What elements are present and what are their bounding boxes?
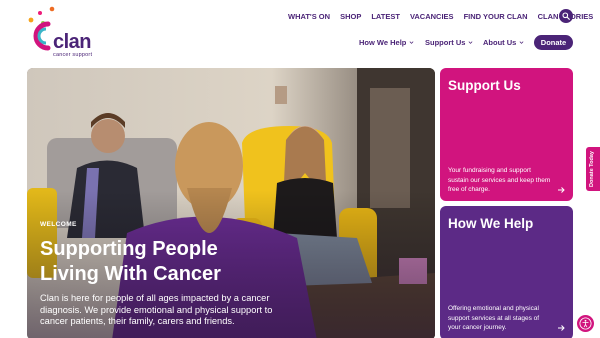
how-we-help-card-title: How We Help [448,216,534,231]
logo-tagline: cancer support [53,52,93,58]
nav-support-us[interactable]: Support Us [425,38,473,47]
nav-about-us-label: About Us [483,38,517,47]
chevron-down-icon [409,41,414,44]
nav-how-we-help-label: How We Help [359,38,407,47]
hero-title-line-1: Supporting People [40,238,218,260]
donate-button[interactable]: Donate [534,35,573,50]
how-we-help-card[interactable]: How We Help Offering emotional and physi… [440,206,573,338]
top-navigation: WHAT'S ON SHOP LATEST VACANCIES FIND YOU… [288,12,593,21]
donate-today-label: Donate Today [589,151,595,187]
search-button[interactable] [559,9,573,23]
accessibility-icon [579,317,592,330]
search-icon [562,12,570,20]
hero-eyebrow: WELCOME [40,221,77,228]
arrow-right-icon [558,187,565,193]
accessibility-button[interactable] [577,315,594,332]
clan-logo[interactable]: clan cancer support [26,6,106,58]
support-us-card-title: Support Us [448,78,521,93]
chevron-down-icon [468,41,473,44]
topnav-latest[interactable]: LATEST [371,12,400,21]
hero-title: Supporting People Living With Cancer [40,237,290,287]
donate-today-tab[interactable]: Donate Today [586,147,600,191]
topnav-shop[interactable]: SHOP [340,12,361,21]
logo-wordmark: clan [53,31,92,53]
nav-how-we-help[interactable]: How We Help [359,38,414,47]
support-us-card[interactable]: Support Us Your fundraising and support … [440,68,573,201]
how-we-help-card-text: Offering emotional and physical support … [448,305,540,331]
hero-description: Clan is here for people of all ages impa… [40,293,273,326]
support-us-card-text: Your fundraising and support sustain our… [448,167,551,193]
nav-support-us-label: Support Us [425,38,466,47]
chevron-down-icon [519,41,524,44]
topnav-whats-on[interactable]: WHAT'S ON [288,12,330,21]
topnav-vacancies[interactable]: VACANCIES [410,12,454,21]
arrow-right-icon [558,325,565,331]
hero-banner: WELCOME Supporting People Living With Ca… [27,68,435,338]
hero-title-line-2: Living With Cancer [40,263,221,285]
topnav-find-your-clan[interactable]: FIND YOUR CLAN [464,12,528,21]
nav-about-us[interactable]: About Us [483,38,524,47]
